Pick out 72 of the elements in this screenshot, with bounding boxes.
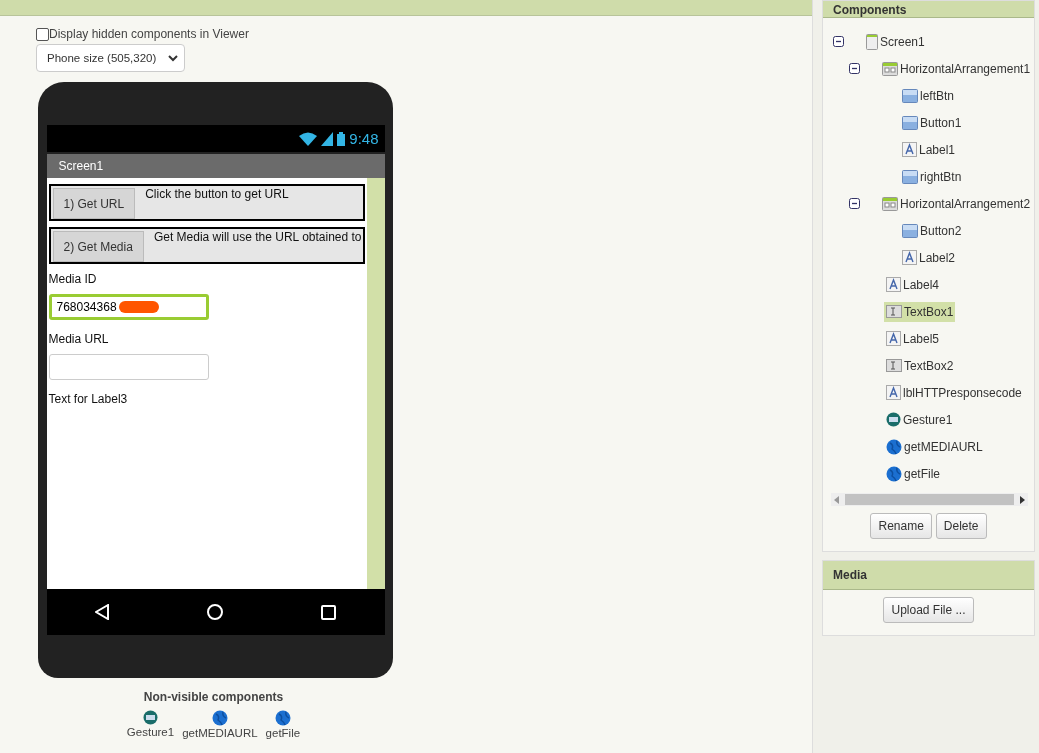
tree-item[interactable]: Label4 — [884, 274, 942, 295]
hidden-components-checkbox[interactable]: Display hidden components in Viewer — [36, 27, 812, 41]
label-icon — [886, 385, 901, 400]
upload-file-button[interactable]: Upload File ... — [883, 597, 974, 623]
horizontal-scrollbar[interactable] — [831, 493, 1028, 506]
globe-icon — [886, 438, 902, 455]
tree-item[interactable]: TextBox1 — [884, 301, 956, 322]
phone-size-dropdown[interactable]: Phone size (505,320) — [36, 44, 185, 72]
collapse-toggle-icon[interactable] — [833, 36, 844, 47]
tree-item[interactable]: Label1 — [900, 139, 958, 160]
screen-icon — [866, 33, 878, 50]
panel-title: Components — [823, 1, 1034, 18]
battery-icon — [337, 131, 346, 146]
media-url-field[interactable] — [48, 354, 209, 380]
non-visible-title: Non-visible components — [143, 690, 284, 704]
tree-item[interactable]: lblHTTPresponsecode — [884, 382, 1024, 403]
redaction-mark — [118, 301, 159, 313]
tree-item[interactable]: leftBtn — [900, 85, 957, 106]
recents-icon[interactable] — [320, 604, 336, 620]
tree-item[interactable]: Label2 — [900, 247, 958, 268]
non-visible-component[interactable]: Gesture1 — [126, 710, 175, 739]
clock-text: 9:48 — [349, 130, 379, 147]
tree-item[interactable]: Label5 — [884, 328, 942, 349]
chevron-down-icon — [168, 54, 178, 62]
media-url-label: Media URL — [48, 332, 110, 346]
textbox-icon — [886, 305, 902, 318]
button-icon — [902, 223, 918, 238]
tree-item[interactable]: Button2 — [900, 220, 964, 241]
panel-button[interactable]: Delete — [935, 513, 987, 539]
collapse-toggle-icon[interactable] — [849, 63, 860, 74]
globe-icon — [274, 710, 291, 726]
textbox-icon — [886, 359, 902, 372]
app-button[interactable]: 1) Get URL — [52, 188, 136, 219]
button-icon — [902, 115, 918, 130]
panel-button[interactable]: Rename — [870, 513, 932, 539]
arrangement-icon — [882, 61, 898, 76]
label-text: Get Media will use the URL obtained to — [153, 230, 362, 244]
media-id-field[interactable]: 768034368 — [48, 294, 209, 320]
label-text: Text for Label3 — [48, 392, 129, 406]
tree-item[interactable]: getFile — [884, 462, 943, 485]
collapse-toggle-icon[interactable] — [849, 198, 860, 209]
tree-item[interactable]: getMEDIAURL — [884, 435, 985, 458]
sensor-icon — [886, 412, 901, 427]
tree-item[interactable]: TextBox2 — [884, 355, 956, 376]
wifi-icon — [299, 131, 318, 146]
tree-item[interactable]: HorizontalArrangement2 — [880, 193, 1033, 214]
screen-title: Screen1 — [46, 154, 385, 178]
label-text: Click the button to get URL — [145, 187, 289, 201]
sensor-icon — [143, 710, 158, 725]
scroll-right-icon[interactable] — [1020, 495, 1025, 504]
button-icon — [902, 88, 918, 103]
globe-icon — [211, 710, 228, 726]
tree-item[interactable]: Gesture1 — [884, 409, 955, 430]
label-icon — [902, 142, 917, 157]
globe-icon — [886, 465, 902, 482]
non-visible-component[interactable]: getMEDIAURL — [182, 710, 258, 739]
tree-item[interactable]: rightBtn — [900, 166, 964, 187]
arrangement-icon — [882, 196, 898, 211]
label-icon — [886, 277, 901, 292]
label-icon — [902, 250, 917, 265]
label-icon — [886, 331, 901, 346]
tree-item[interactable]: HorizontalArrangement1 — [880, 58, 1033, 79]
signal-icon — [321, 131, 334, 146]
non-visible-component[interactable]: getFile — [265, 710, 301, 739]
media-id-label: Media ID — [48, 272, 98, 286]
panel-title: Media — [823, 561, 1034, 590]
tree-item[interactable]: Screen1 — [864, 30, 927, 53]
app-button[interactable]: 2) Get Media — [52, 231, 144, 262]
home-icon[interactable] — [207, 604, 223, 620]
button-icon — [902, 169, 918, 184]
tree-item[interactable]: Button1 — [900, 112, 964, 133]
back-icon[interactable] — [95, 604, 110, 620]
